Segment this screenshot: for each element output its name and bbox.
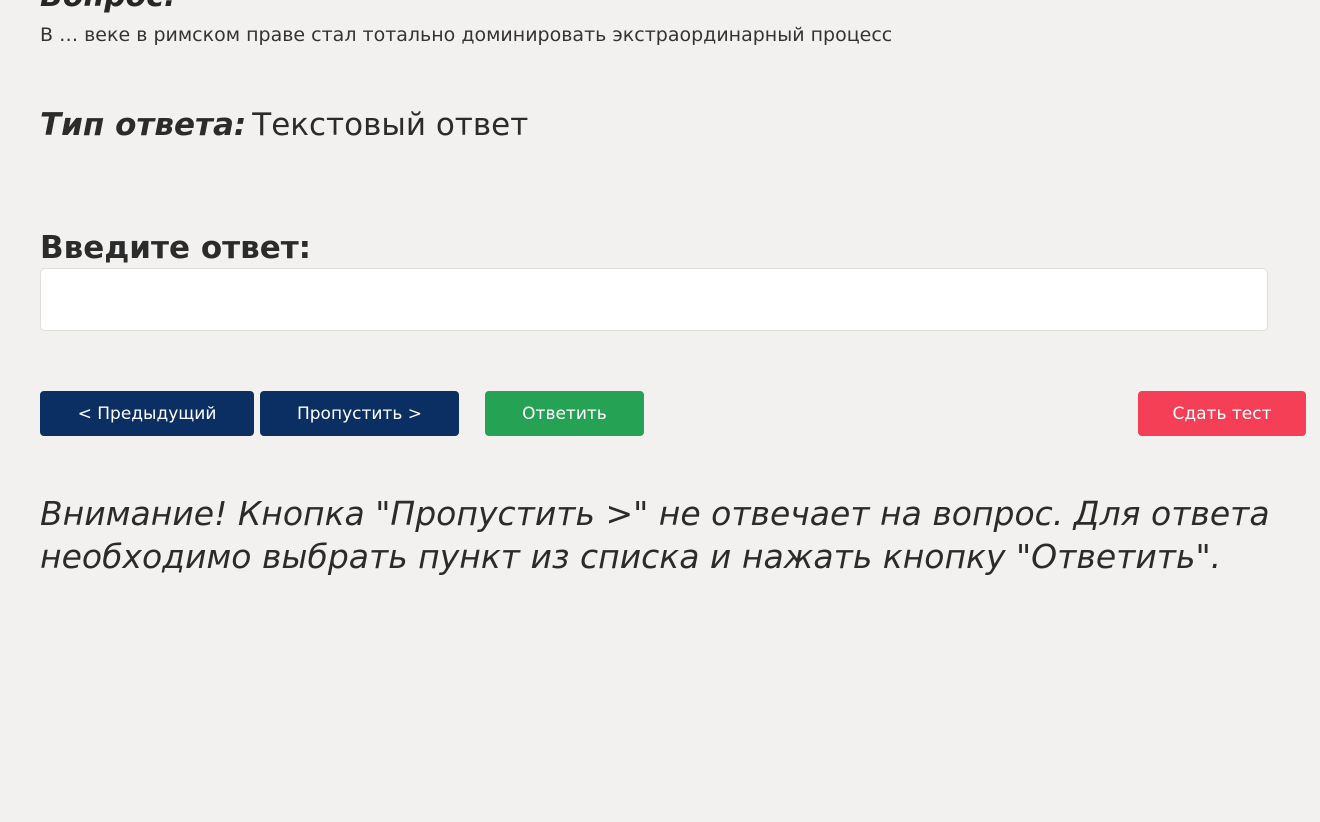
answer-type-label: Тип ответа: bbox=[40, 107, 247, 143]
question-heading: Вопрос: bbox=[40, 0, 176, 14]
question-text: В … веке в римском праве стал тотально д… bbox=[40, 24, 893, 46]
answer-button[interactable]: Ответить bbox=[485, 391, 644, 436]
previous-button[interactable]: < Предыдущий bbox=[40, 391, 254, 436]
submit-test-button[interactable]: Сдать тест bbox=[1138, 391, 1306, 436]
answer-type-value: Текстовый ответ bbox=[252, 107, 529, 143]
warning-message: Внимание! Кнопка "Пропустить >" не отвеч… bbox=[40, 494, 1270, 576]
answer-input-label: Введите ответ: bbox=[40, 230, 312, 266]
skip-button[interactable]: Пропустить > bbox=[260, 391, 459, 436]
answer-type: Тип ответа: Текстовый ответ bbox=[40, 105, 528, 145]
answer-input[interactable] bbox=[40, 268, 1268, 331]
test-page: Вопрос: В … веке в римском праве стал то… bbox=[0, 0, 1320, 822]
